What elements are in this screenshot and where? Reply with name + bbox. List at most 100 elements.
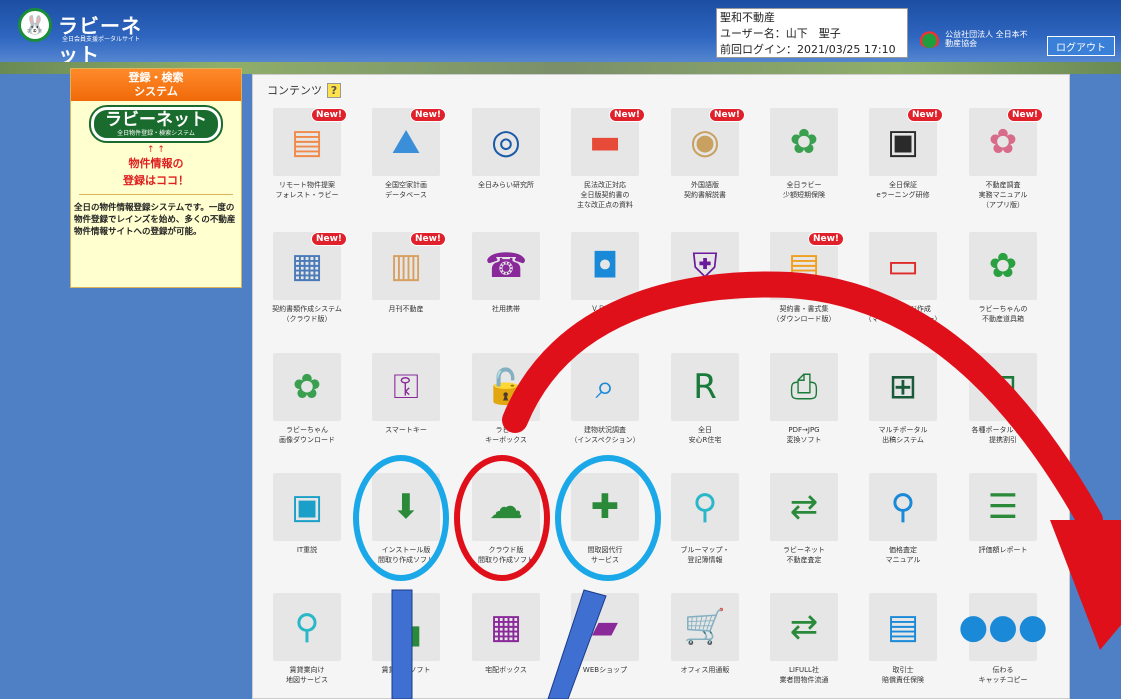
content-tile[interactable]: ⇄ (770, 473, 838, 541)
content-tile[interactable]: ☰ (969, 473, 1037, 541)
content-tile[interactable]: ⬇ (372, 473, 440, 541)
content-tile-label[interactable]: 各種ポータルサイト 提携割引 (955, 425, 1051, 445)
content-tile[interactable]: ⎙ (770, 353, 838, 421)
content-tile-label[interactable]: ブルーマップ・ 登記簿情報 (657, 545, 753, 565)
content-tile[interactable]: ⚲ (671, 473, 739, 541)
content-tile[interactable]: ⊞ (869, 353, 937, 421)
content-tile-label[interactable]: オフィス用通販 (657, 665, 753, 675)
add-user-icon: ✚ (590, 487, 620, 527)
content-tile[interactable]: ▙ (372, 593, 440, 661)
site-logo[interactable]: 🐰 ラビーネット 全日会員支援ポータルサイト (18, 8, 158, 67)
content-tile[interactable]: ▥ New! (372, 232, 446, 300)
content-tile-label[interactable]: 間取図代行 サービス (557, 545, 653, 565)
content-tile[interactable]: ▬ New! (571, 108, 645, 176)
content-tile-label[interactable]: 賃貸管理ソフト (358, 665, 454, 675)
content-tile-label[interactable]: 価格査定 マニュアル (855, 545, 951, 565)
logout-button[interactable]: ログアウト (1047, 36, 1115, 56)
content-tile[interactable]: ▤ (869, 593, 937, 661)
content-tile-label[interactable]: ラビーちゃんの 不動産道具箱 (955, 304, 1051, 324)
document-icon: ▤ (886, 607, 920, 647)
system-logo-subtitle: 全日物件登録・検索システム (117, 130, 195, 137)
content-tile-label[interactable]: 宅配ボックス (458, 665, 554, 675)
registration-sidebar[interactable]: 登録・検索 システム ラビーネット 全日物件登録・検索システム ↑ ↑ 物件情報… (70, 68, 242, 288)
content-tile[interactable]: ⛨ (671, 232, 739, 300)
content-tile-label[interactable]: 全日ラビー 少額短期保険 (756, 180, 852, 200)
sidebar-cta-line1: 物件情報の (128, 157, 184, 170)
new-badge: New! (906, 108, 943, 122)
content-tile[interactable]: ◘ (571, 232, 639, 300)
content-tile[interactable]: ⚲ (273, 593, 341, 661)
content-tile[interactable]: 🔓 (472, 353, 540, 421)
content-tile[interactable]: ⊡ (969, 353, 1037, 421)
system-logo[interactable]: ラビーネット 全日物件登録・検索システム (89, 105, 223, 143)
content-tile-label[interactable]: 全日保証 eラーニング研修 (855, 180, 951, 200)
content-tile[interactable]: ◎ (472, 108, 540, 176)
content-tile[interactable]: ☁ (472, 473, 540, 541)
content-tile[interactable]: ✚ (571, 473, 639, 541)
content-tile[interactable]: R (671, 353, 739, 421)
content-tile-label[interactable]: 民法改正対応 全日版契約書の 主な改正点の資料 (557, 180, 653, 210)
content-tile[interactable]: ▣ (273, 473, 341, 541)
content-tile[interactable]: ✿ (770, 108, 838, 176)
content-tile-label[interactable]: インストール版 間取り作成ソフト (358, 545, 454, 565)
content-tile-label[interactable]: クラウド版 間取り作成ソフト (458, 545, 554, 565)
cloud-download-icon: ☁ (489, 487, 523, 527)
content-tile[interactable]: ▦ (472, 593, 540, 661)
new-badge: New! (708, 108, 745, 122)
content-tile[interactable]: ▭ (869, 232, 937, 300)
content-tile[interactable]: ☎ (472, 232, 540, 300)
content-tile-label[interactable]: ＶＲ内見 (557, 304, 653, 314)
content-tile[interactable]: ▤ New! (770, 232, 844, 300)
up-arrows-icon: ↑ ↑ (147, 145, 165, 155)
content-tile-label[interactable]: 取引士 賠償責任保険 (855, 665, 951, 685)
content-tile-label[interactable]: 月刊不動産 (358, 304, 454, 314)
toolbox-mascot-icon: ✿ (988, 246, 1018, 286)
content-tile-label[interactable]: リモート物件提案 フォレスト・ラビー (259, 180, 355, 200)
content-tile[interactable]: ▣ New! (869, 108, 943, 176)
content-tile-label[interactable]: ラビーちゃん 画像ダウンロード (259, 425, 355, 445)
pdf-icon: ⎙ (790, 367, 818, 407)
content-tile-label[interactable]: IT重説 (259, 545, 355, 555)
new-badge: New! (409, 108, 446, 122)
help-icon[interactable]: ? (327, 82, 341, 98)
content-tile[interactable]: ⚿ (372, 353, 440, 421)
smart-key-icon: ⚿ (393, 367, 419, 407)
content-tile[interactable]: ▦ New! (273, 232, 347, 300)
content-tile[interactable]: ▤ New! (273, 108, 347, 176)
content-tile-label[interactable]: 全日 安心R住宅 (657, 425, 753, 445)
content-tile[interactable]: ▰ (571, 593, 639, 661)
association-name: 公益社団法人 全日本不動産協会 (945, 30, 1028, 48)
content-tile-label[interactable]: WEBショップ (557, 665, 653, 675)
content-tile-label[interactable]: ラビーネット 不動産査定 (756, 545, 852, 565)
content-tile[interactable]: ⇄ (770, 593, 838, 661)
content-tile-label[interactable]: ホームページ作成 （マイページメイカー） (855, 304, 951, 324)
content-tile[interactable]: 🛒 (671, 593, 739, 661)
association-logo[interactable]: 公益社団法人 全日本不動産協会 (918, 26, 1028, 52)
content-tile-label[interactable]: 賃貸業向け 地図サービス (259, 665, 355, 685)
content-tile-label[interactable]: 契約書・書式集 （ダウンロード版） (756, 304, 852, 324)
content-tile-label[interactable]: 全国空家計画 データベース (358, 180, 454, 200)
content-tile-label[interactable]: 契約書類作成システム （クラウド版） (259, 304, 355, 324)
content-tile[interactable]: ✿ (969, 232, 1037, 300)
content-tile-label[interactable]: ラビー キーボックス (458, 425, 554, 445)
content-tile[interactable]: ⌕ (571, 353, 639, 421)
search-icon: ⚲ (890, 487, 916, 527)
association-emblem-icon (918, 30, 942, 48)
content-tile-label[interactable]: 全日みらい研究所 (458, 180, 554, 190)
content-tile-label[interactable]: マルチポータル 出稿システム (855, 425, 951, 445)
content-tile-label[interactable]: スマートキー (358, 425, 454, 435)
content-tile[interactable]: ⚲ (869, 473, 937, 541)
content-tile-label[interactable]: 建物状況調査 （インスペクション） (557, 425, 653, 445)
content-tile[interactable]: ●●● (959, 593, 1048, 661)
content-tile[interactable]: ⛰ New! (372, 108, 446, 176)
content-tile-label[interactable]: 外国語版 契約書解説書 (657, 180, 753, 200)
content-tile-label[interactable]: 社用携帯 (458, 304, 554, 314)
content-tile-label[interactable]: LIFULL社 業者間物件流通 (756, 665, 852, 685)
content-tile[interactable]: ✿ (273, 353, 341, 421)
content-tile[interactable]: ✿ New! (969, 108, 1043, 176)
content-tile[interactable]: ◉ New! (671, 108, 745, 176)
content-tile-label[interactable]: 不動産調査 実務マニュアル （アプリ版） (955, 180, 1051, 210)
content-tile-label[interactable]: 伝わる キャッチコピー (955, 665, 1051, 685)
content-tile-label[interactable]: 評価額レポート (955, 545, 1051, 555)
content-tile-label[interactable]: PDF→JPG 変換ソフト (756, 425, 852, 445)
